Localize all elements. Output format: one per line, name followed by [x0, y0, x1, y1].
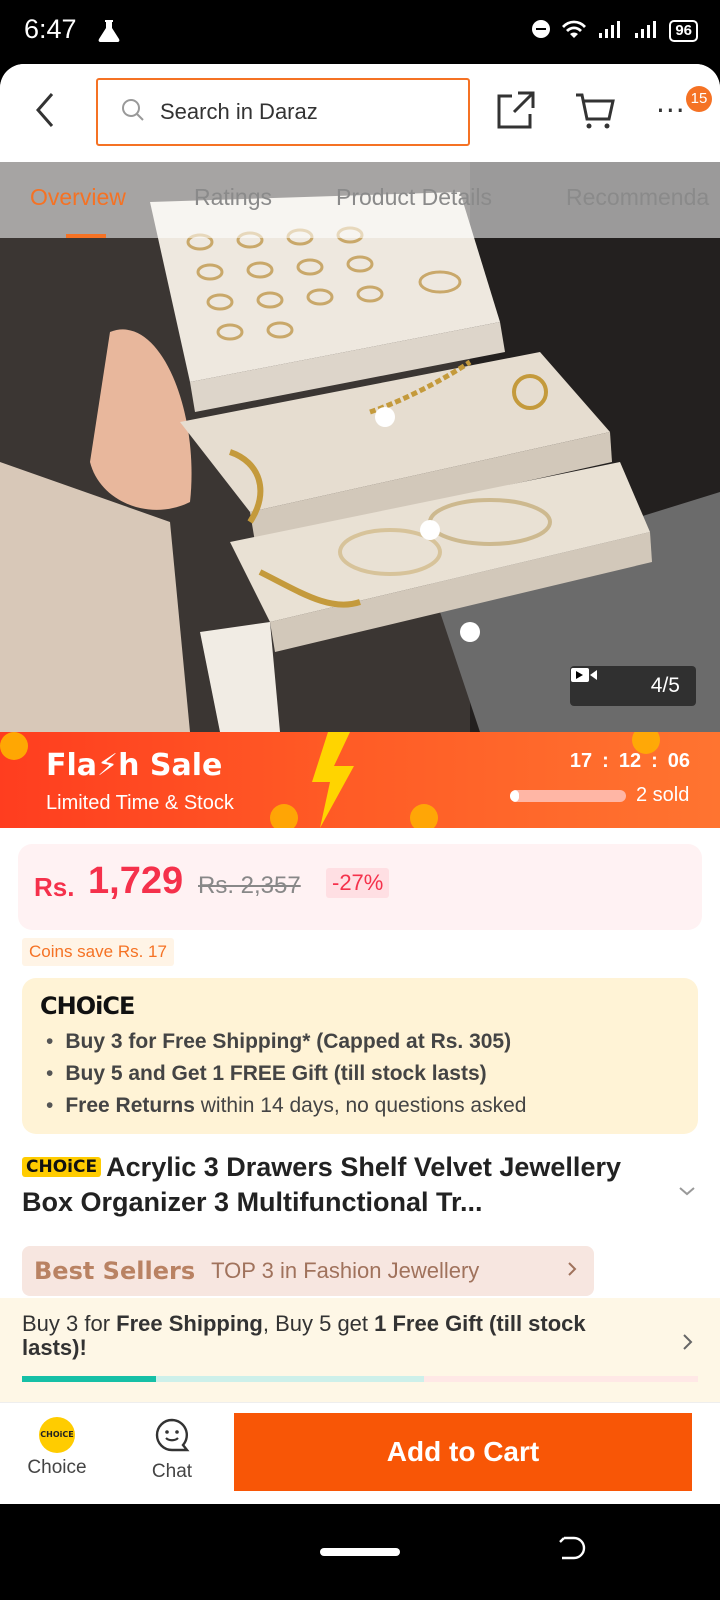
tab-recommendations[interactable]: Recommenda	[566, 184, 709, 211]
promo-progress-bar	[22, 1376, 698, 1382]
sold-progress-fill	[510, 790, 520, 802]
promo-text: Buy 3 for Free Shipping, Buy 5 get 1 Fre…	[22, 1311, 586, 1360]
tab-active-indicator	[66, 234, 106, 238]
discount-badge: -27%	[326, 868, 390, 898]
dnd-icon	[531, 19, 551, 43]
product-image-gallery[interactable]: Overview Ratings Product Details Recomme…	[0, 162, 720, 732]
more-options-icon[interactable]: ···	[656, 94, 686, 127]
timer-hours: 17	[569, 750, 593, 772]
add-to-cart-button[interactable]: Add to Cart	[234, 1413, 692, 1491]
price-currency: Rs.	[34, 872, 75, 902]
system-navigation-bar	[0, 1504, 720, 1600]
product-page: Search in Daraz ··· 15 Overview Ratings …	[0, 64, 720, 1504]
sold-count: 2 sold	[636, 784, 690, 806]
battery-indicator: 96	[669, 20, 698, 42]
coins-save-badge[interactable]: Coins save Rs. 17	[22, 938, 174, 966]
tab-ratings[interactable]: Ratings	[194, 184, 272, 211]
status-time: 6:47	[24, 14, 77, 44]
benefit-item: Buy 3 for Free Shipping* (Capped at Rs. …	[46, 1026, 526, 1058]
image-counter: 4/5	[650, 674, 680, 697]
search-placeholder: Search in Daraz	[160, 99, 318, 124]
expand-chevron-icon[interactable]	[678, 1182, 696, 1201]
price-card: Rs. 1,729 Rs. 2,357 -27%	[18, 844, 702, 930]
chat-nav-label: Chat	[151, 1461, 193, 1482]
chevron-right-icon	[566, 1260, 578, 1282]
choice-benefits-card[interactable]: CHOiCE Buy 3 for Free Shipping* (Capped …	[22, 978, 698, 1134]
flash-sale-subtitle: Limited Time & Stock	[46, 792, 234, 814]
benefit-item: Buy 5 and Get 1 FREE Gift (till stock la…	[46, 1058, 526, 1090]
chat-nav-button[interactable]: Chat	[140, 1417, 204, 1483]
product-title-block[interactable]: CHOiCE Acrylic 3 Drawers Shelf Velvet Je…	[22, 1150, 662, 1220]
benefit-item: Free Returns within 14 days, no question…	[46, 1090, 526, 1122]
flash-sale-title: Fla⚡h Sale	[46, 748, 223, 783]
bottom-action-bar: CHOiCE Choice Chat Add to Cart	[0, 1402, 720, 1504]
bundle-promo-banner[interactable]: Buy 3 for Free Shipping, Buy 5 get 1 Fre…	[0, 1298, 720, 1402]
chevron-right-icon	[682, 1332, 694, 1356]
back-arrow-icon[interactable]	[30, 88, 70, 138]
section-tabs: Overview Ratings Product Details Recomme…	[0, 162, 720, 238]
best-sellers-rank: TOP 3 in Fashion Jewellery	[211, 1258, 480, 1283]
product-title: Acrylic 3 Drawers Shelf Velvet Jewellery…	[22, 1152, 621, 1217]
sold-progress-bar	[510, 790, 626, 802]
home-gesture-pill[interactable]	[320, 1548, 400, 1556]
cart-icon[interactable]	[574, 92, 616, 134]
choice-nav-button[interactable]: CHOiCE Choice	[20, 1417, 94, 1479]
tab-product-details[interactable]: Product Details	[336, 184, 492, 211]
back-gesture-icon[interactable]	[556, 1534, 586, 1570]
status-bar: 6:47 96	[0, 0, 720, 66]
search-icon	[120, 97, 146, 127]
share-icon[interactable]	[496, 90, 536, 134]
choice-tag: CHOiCE	[22, 1157, 102, 1177]
choice-coin-icon: CHOiCE	[39, 1417, 75, 1453]
status-icons: 96	[531, 18, 698, 44]
countdown-timer: 17 : 12 : 06	[570, 750, 690, 773]
best-sellers-banner[interactable]: Best Sellers TOP 3 in Fashion Jewellery	[22, 1246, 594, 1296]
timer-sep: :	[651, 750, 658, 772]
signal-icon	[597, 18, 623, 44]
choice-logo: CHOiCE	[40, 992, 135, 1020]
timer-seconds: 06	[667, 750, 690, 772]
search-input[interactable]: Search in Daraz	[96, 78, 470, 146]
chat-icon	[154, 1418, 190, 1457]
cart-badge: 15	[686, 86, 712, 112]
wifi-icon	[561, 18, 587, 44]
tab-overview[interactable]: Overview	[30, 184, 126, 211]
product-photo	[0, 162, 720, 732]
choice-nav-label: Choice	[27, 1457, 87, 1478]
top-header: Search in Daraz ··· 15	[0, 64, 720, 162]
signal-icon-2	[633, 18, 659, 44]
timer-sep: :	[602, 750, 609, 772]
original-price: Rs. 2,357	[198, 872, 301, 899]
current-price: 1,729	[88, 860, 184, 902]
flash-sale-banner[interactable]: Fla⚡h Sale Limited Time & Stock 17 : 12 …	[0, 732, 720, 828]
media-counter[interactable]: 4/5	[570, 666, 696, 706]
choice-benefits-list: Buy 3 for Free Shipping* (Capped at Rs. …	[46, 1026, 526, 1122]
best-sellers-label: Best Sellers	[34, 1257, 196, 1285]
timer-minutes: 12	[618, 750, 642, 772]
flask-icon	[96, 18, 122, 48]
